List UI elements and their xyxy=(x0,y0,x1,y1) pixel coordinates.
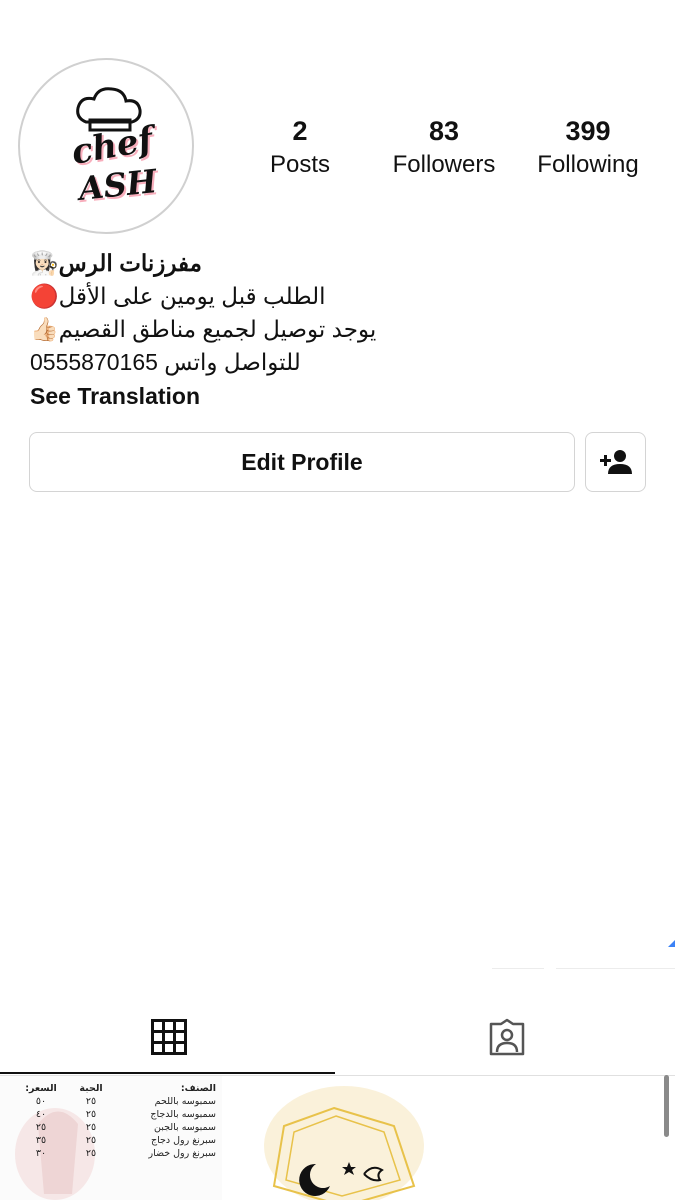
menu-item-price: ٥٠ xyxy=(35,1096,47,1107)
menu-item-qty: ٢٥ xyxy=(85,1122,97,1133)
tab-posts-grid[interactable] xyxy=(0,1000,337,1074)
faint-divider xyxy=(492,968,544,969)
edit-profile-button[interactable]: Edit Profile xyxy=(29,432,575,492)
menu-table: الصنف: الحبة السعر: سمبوسه باللحم ٢٥ ٥٠ … xyxy=(6,1082,216,1160)
menu-item-price: ٣٠ xyxy=(35,1148,47,1159)
menu-item-name: سبرنغ رول دجاج xyxy=(150,1135,216,1146)
profile-avatar[interactable]: chef chef ASH ASH xyxy=(18,58,194,234)
stat-following-label: Following xyxy=(537,151,639,178)
back-arrow-icon[interactable] xyxy=(26,0,52,8)
menu-item-price: ٢٥ xyxy=(35,1122,47,1133)
tab-tagged[interactable] xyxy=(338,1000,675,1074)
profile-tabs xyxy=(0,1000,675,1076)
active-tab-indicator xyxy=(0,1072,335,1074)
ramadan-lantern-icon xyxy=(264,1086,424,1200)
menu-row: سمبوسه باللحم ٢٥ ٥٠ xyxy=(6,1095,216,1108)
menu-item-qty: ٢٥ xyxy=(85,1096,97,1107)
menu-item-price: ٣٥ xyxy=(35,1135,47,1146)
menu-row: سبرنغ رول دجاج ٢٥ ٣٥ xyxy=(6,1134,216,1147)
tagged-icon xyxy=(489,1018,524,1056)
menu-header-qty: الحبة xyxy=(79,1083,103,1094)
stat-followers[interactable]: 83 Followers xyxy=(374,112,514,180)
menu-row: سمبوسه بالجبن ٢٥ ٢٥ xyxy=(6,1121,216,1134)
stat-posts[interactable]: 2 Posts xyxy=(230,112,370,180)
grid-icon xyxy=(150,1019,187,1055)
menu-header-price: السعر: xyxy=(25,1083,57,1094)
add-person-icon xyxy=(599,450,632,474)
bio-line-order-notice: الطلب قبل يومين على الأقل🔴 xyxy=(30,283,326,309)
menu-item-name: سمبوسه باللحم xyxy=(154,1096,216,1107)
stat-followers-label: Followers xyxy=(392,151,496,178)
bio-line-contact: للتواصل واتس 0555870165 xyxy=(30,349,301,375)
faint-divider xyxy=(556,968,675,969)
menu-item-qty: ٢٥ xyxy=(85,1148,97,1159)
post-thumbnail-empty xyxy=(448,1076,675,1200)
menu-item-price: ٤٠ xyxy=(35,1109,47,1120)
profile-bio: مفرزنات الرس👩🏻‍🍳 الطلب قبل يومين على الأ… xyxy=(30,247,645,413)
profile-name: مفرزنات الرس👩🏻‍🍳 xyxy=(30,250,203,276)
stat-following-count: 399 xyxy=(565,116,611,146)
menu-item-qty: ٢٥ xyxy=(85,1135,97,1146)
menu-row: سبرنغ رول خضار ٢٥ ٣٠ xyxy=(6,1147,216,1160)
post-thumbnail-menu[interactable]: الصنف: الحبة السعر: سمبوسه باللحم ٢٥ ٥٠ … xyxy=(0,1076,222,1200)
menu-item-name: سبرنغ رول خضار xyxy=(148,1148,216,1159)
menu-item-qty: ٢٥ xyxy=(85,1109,97,1120)
stat-following[interactable]: 399 Following xyxy=(518,112,658,180)
post-thumbnail-ramadan[interactable] xyxy=(224,1076,446,1200)
discover-people-button[interactable] xyxy=(585,432,646,492)
stat-posts-label: Posts xyxy=(269,151,331,178)
stat-followers-count: 83 xyxy=(428,116,460,146)
menu-header-row: الصنف: الحبة السعر: xyxy=(6,1082,216,1095)
menu-header-item: الصنف: xyxy=(180,1083,216,1094)
menu-item-name: سمبوسه بالدجاج xyxy=(150,1109,216,1120)
menu-row: سمبوسه بالدجاج ٢٥ ٤٠ xyxy=(6,1108,216,1121)
corner-marker-icon xyxy=(668,940,675,947)
bio-line-delivery: يوجد توصيل لجميع مناطق القصيم👍🏻 xyxy=(30,316,377,342)
see-translation-link[interactable]: See Translation xyxy=(30,379,645,413)
menu-item-name: سمبوسه بالجبن xyxy=(154,1122,216,1133)
stat-posts-count: 2 xyxy=(292,116,308,146)
scrollbar[interactable] xyxy=(664,1075,669,1137)
